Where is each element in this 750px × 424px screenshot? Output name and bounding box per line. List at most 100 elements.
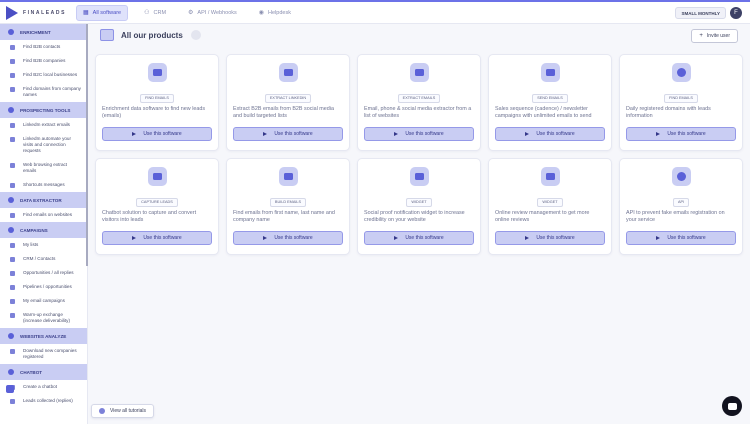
sidebar-item-label: Find B2C local businesses (23, 72, 78, 77)
use-label: Use this software (405, 131, 444, 137)
product-tag: FIND EMAILS (664, 93, 698, 103)
sidebar-item-warm-up[interactable]: Warm-up exchange (increase deliverabilit… (0, 308, 87, 328)
reviews-icon (541, 167, 560, 186)
use-software-button[interactable]: Use this software (495, 127, 605, 141)
page-title: All our products (121, 30, 183, 40)
logo[interactable]: FINALEADS (0, 5, 76, 20)
sidebar-item-find-domains[interactable]: Find domains from company names (0, 82, 87, 102)
api-icon: ⚙ (188, 10, 194, 16)
plan-badge[interactable]: SMALL MONTHLY (675, 7, 726, 19)
sidebar-item-opportunities[interactable]: Opportunities / all replies (0, 266, 87, 280)
sidebar-item-find-b2b-contacts[interactable]: Find B2B contacts (0, 40, 87, 54)
use-software-button[interactable]: Use this software (102, 231, 212, 245)
sidebar-section-data-extractor[interactable]: DATA EXTRACTOR (0, 192, 87, 208)
use-label: Use this software (143, 235, 182, 241)
domain-icon (10, 86, 15, 92)
sidebar-item-my-lists[interactable]: My lists (0, 238, 87, 252)
use-software-button[interactable]: Use this software (364, 231, 474, 245)
use-software-button[interactable]: Use this software (233, 127, 343, 141)
product-description: Daily registered domains with leads info… (626, 106, 711, 119)
sidebar-item-label: LinkedIn automate your visits and connec… (23, 136, 72, 153)
section-title: PROSPECTING TOOLS (20, 107, 71, 113)
top-bar: FINALEADS ▦ All software ⚇ CRM ⚙ API / W… (0, 2, 750, 24)
sidebar-item-leads-collected[interactable]: Leads collected (replies) (0, 394, 87, 408)
section-title: ENRICHMENT (20, 29, 51, 35)
extract-emails-icon (410, 63, 429, 82)
sidebar-section-prospecting[interactable]: PROSPECTING TOOLS (0, 102, 87, 118)
view-all-tutorials-button[interactable]: View all tutorials (91, 404, 155, 418)
use-software-button[interactable]: Use this software (626, 127, 736, 141)
product-description: Sales sequence (cadence) / newsletter ca… (495, 106, 592, 119)
tab-helpdesk[interactable]: ◉ Helpdesk (253, 5, 297, 21)
product-description: Find emails from first name, last name a… (233, 210, 335, 223)
play-icon (656, 236, 661, 240)
product-tag: WIDGET (537, 197, 563, 207)
product-tag: EXTRACT LINKEDIN (264, 93, 312, 103)
use-software-button[interactable]: Use this software (626, 231, 736, 245)
sidebar-item-label: Download new companies registered (23, 348, 77, 359)
chatbot-icon (148, 167, 167, 186)
browser-icon (10, 162, 15, 168)
product-card: FIND EMAILS Enrichment data software to … (95, 54, 219, 151)
sidebar-item-crm-contacts[interactable]: CRM / Contacts (0, 252, 87, 266)
tab-api-webhooks[interactable]: ⚙ API / Webhooks (182, 5, 243, 21)
local-business-icon (10, 72, 15, 78)
product-description: Social proof notification widget to incr… (364, 210, 465, 223)
product-description: Email, phone & social media extractor fr… (364, 106, 472, 119)
logo-icon (6, 5, 18, 20)
sidebar-item-pipelines[interactable]: Pipelines / opportunities (0, 280, 87, 294)
product-tag: BUILD EMAILS (269, 197, 307, 207)
product-tag: CAPTURE LEADS (136, 197, 178, 207)
play-icon (525, 132, 530, 136)
download-icon (10, 348, 15, 354)
sidebar-item-linkedin-extract[interactable]: LinkedIn extract emails (0, 118, 87, 132)
use-label: Use this software (274, 235, 313, 241)
product-tag: FIND EMAILS (140, 93, 174, 103)
use-software-button[interactable]: Use this software (102, 127, 212, 141)
companies-icon (10, 58, 15, 64)
product-card: EXTRACT EMAILS Email, phone & social med… (357, 54, 481, 151)
avatar[interactable]: F (730, 7, 742, 19)
tab-crm[interactable]: ⚇ CRM (138, 5, 172, 21)
tab-label: Helpdesk (268, 9, 291, 16)
sidebar-item-label: Warm-up exchange (increase deliverabilit… (23, 312, 70, 323)
top-nav: ▦ All software ⚇ CRM ⚙ API / Webhooks ◉ … (76, 2, 307, 24)
crm-icon (10, 256, 15, 262)
section-title: CHATBOT (20, 369, 43, 375)
sidebar-item-find-b2b-companies[interactable]: Find B2B companies (0, 54, 87, 68)
sidebar-section-campaigns[interactable]: CAMPAIGNS (0, 222, 87, 238)
sidebar-item-linkedin-automate[interactable]: LinkedIn automate your visits and connec… (0, 132, 87, 158)
product-description: Extract B2B emails from B2B social media… (233, 106, 334, 119)
info-icon[interactable] (190, 30, 201, 40)
invite-user-button[interactable]: + Invite user (691, 29, 738, 43)
sidebar-item-find-b2c-local[interactable]: Find B2C local businesses (0, 68, 87, 82)
sidebar-item-label: Web browsing extract emails (23, 162, 68, 173)
chat-widget-button[interactable] (722, 396, 742, 416)
product-card: WIDGET Online review management to get m… (488, 158, 612, 255)
sidebar-section-chatbot[interactable]: CHATBOT (0, 364, 87, 380)
use-software-button[interactable]: Use this software (495, 231, 605, 245)
tab-all-software[interactable]: ▦ All software (76, 4, 129, 21)
linkedin-icon (10, 136, 15, 142)
product-card: CAPTURE LEADS Chatbot solution to captur… (95, 158, 219, 255)
sidebar-item-label: Leads collected (replies) (23, 398, 73, 403)
use-software-button[interactable]: Use this software (364, 127, 474, 141)
product-card: SEND EMAILS Sales sequence (cadence) / n… (488, 54, 612, 151)
user-plus-icon: + (699, 33, 703, 39)
sidebar-item-find-emails-websites[interactable]: Find emails on websites (0, 208, 87, 222)
chatbot-icon[interactable] (6, 385, 14, 393)
sidebar-item-web-browsing[interactable]: Web browsing extract emails (0, 158, 87, 178)
section-icon (8, 29, 14, 35)
sidebar-section-enrichment[interactable]: ENRICHMENT (0, 24, 87, 40)
domains-icon (672, 63, 691, 82)
sidebar-item-shortcuts[interactable]: Shortcuts messages (0, 178, 87, 192)
section-title: DATA EXTRACTOR (20, 197, 62, 203)
sidebar-item-new-companies[interactable]: Download new companies registered (0, 344, 87, 364)
sidebar-section-websites-analyze[interactable]: WEBSITES ANALYZE (0, 328, 87, 344)
use-software-button[interactable]: Use this software (233, 231, 343, 245)
product-card: FIND EMAILS Daily registered domains wit… (619, 54, 743, 151)
main-content: All our products + Invite user FIND EMAI… (88, 24, 750, 424)
find-emails-icon (148, 63, 167, 82)
play-icon (263, 236, 268, 240)
sidebar-item-email-campaigns[interactable]: My email campaigns (0, 294, 87, 308)
